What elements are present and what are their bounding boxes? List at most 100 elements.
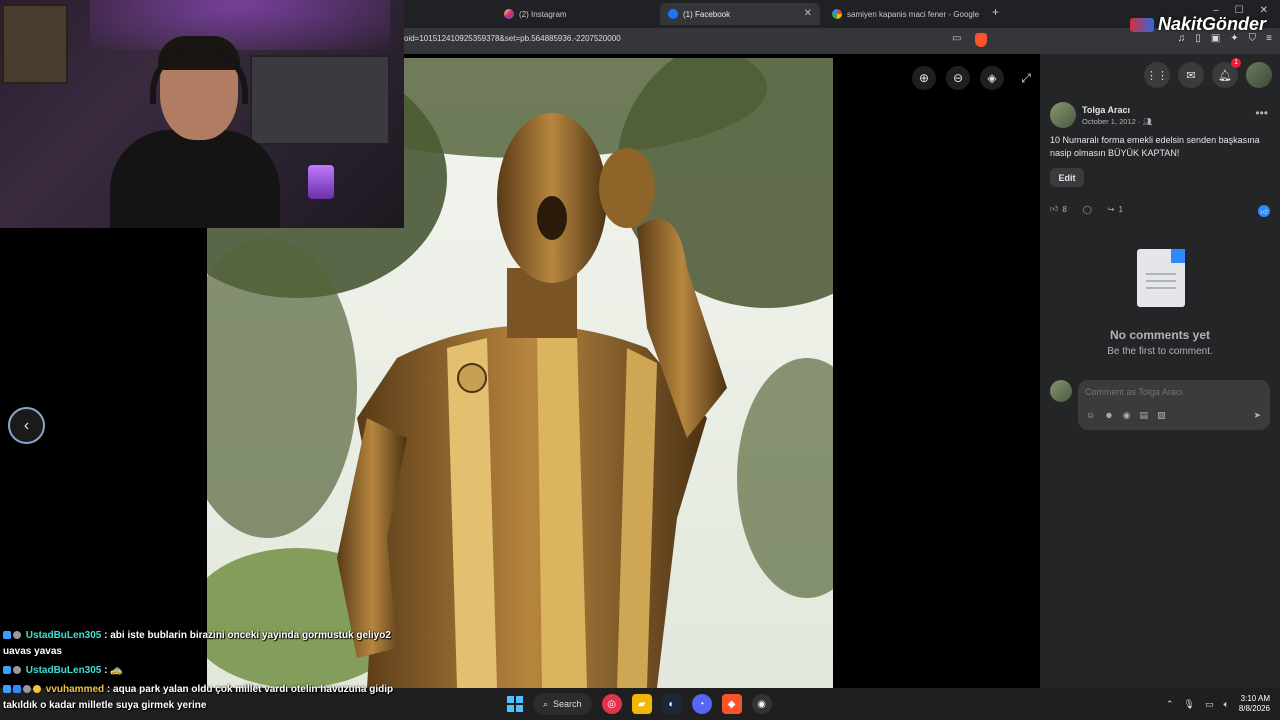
apps-grid-icon[interactable]: ⋮⋮ [1144, 62, 1170, 88]
brave-browser-icon[interactable]: ◆ [721, 694, 742, 714]
comment-button[interactable]: ◯ [1083, 205, 1092, 214]
chat-username: vvuhammed [45, 684, 105, 695]
zoom-in-icon[interactable]: ⊕ [912, 66, 936, 90]
verified-badge-icon [23, 685, 31, 694]
messenger-icon[interactable]: ✉ [1178, 62, 1204, 88]
search-label: Search [553, 699, 582, 709]
post-meta: October 1, 2012 · 👥︎ [1082, 117, 1152, 126]
no-comments-title: No comments yet [1109, 328, 1211, 342]
google-icon [832, 9, 842, 19]
chat-text: : 🚕 [104, 665, 123, 676]
comment-icon: ◯ [1082, 204, 1092, 214]
chevron-up-icon[interactable]: ⌃ [1166, 699, 1174, 710]
tab-label: samiyen kapanis maci fener - Google [847, 9, 980, 19]
tab-label: (2) Instagram [519, 9, 567, 19]
chat-username: UstadBuLen305 [25, 630, 102, 641]
new-tab-icon[interactable]: + [992, 5, 999, 19]
gif-icon[interactable]: ▤ [1140, 410, 1149, 421]
edit-button[interactable]: Edit [1050, 168, 1084, 187]
purple-lamp [308, 165, 334, 199]
streamer-body [110, 130, 280, 228]
thumbs-up-icon: 👍︎ [1050, 204, 1059, 213]
viewer-toolbar: ⊕ ⊖ ◈ ⤢ [912, 66, 1038, 90]
chevron-left-icon: ‹ [23, 416, 30, 434]
taskbar-search[interactable]: ⌕ Search [533, 693, 592, 715]
share-button[interactable]: ↪ 1 [1108, 205, 1123, 214]
more-options-icon[interactable]: ••• [1255, 106, 1268, 120]
camera-icon[interactable]: ◉ [1123, 410, 1131, 421]
send-icon[interactable]: ➤ [1253, 410, 1261, 421]
avatar-sticker-icon[interactable]: ☺ [1086, 410, 1095, 421]
taskbar-clock[interactable]: 3:10 AM 8/8/2026 [1239, 694, 1270, 714]
volume-icon[interactable]: 🔈︎ [1223, 699, 1228, 710]
clock-time: 3:10 AM [1240, 694, 1270, 703]
post-author[interactable]: Tolga Aracı [1082, 105, 1152, 115]
subscriber-badge-icon [3, 685, 11, 694]
document-line [1146, 280, 1176, 282]
tab-google[interactable]: samiyen kapanis maci fener - Google [824, 3, 984, 25]
like-button[interactable]: 👍︎ 8 [1050, 204, 1067, 214]
share-icon: ↪ [1107, 204, 1115, 214]
comment-tools: ☺ ☻ ◉ ▤ ▧ [1086, 410, 1166, 421]
sub-badge-icon [13, 685, 21, 694]
file-explorer-icon[interactable]: ▰ [631, 694, 652, 714]
verified-badge-icon [13, 631, 21, 640]
cam-light-glow [90, 0, 390, 50]
tab-facebook[interactable]: (1) Facebook ✕ [660, 3, 820, 25]
close-icon[interactable]: ✕ [804, 8, 812, 19]
post-caption: 10 Numaralı forma emekli edelsin senden … [1050, 135, 1260, 158]
notifications-icon[interactable]: 🔔︎ 1 [1212, 58, 1241, 88]
no-comments-subtitle: Be the first to comment. [1107, 346, 1213, 357]
fullscreen-icon[interactable]: ⤢ [1014, 66, 1038, 90]
url-text[interactable]: oid=101512410925359378&set=pb.564885936.… [404, 34, 621, 43]
subscriber-badge-icon [3, 631, 11, 640]
share-count: 1 [1118, 204, 1123, 214]
facebook-icon [668, 9, 678, 19]
profile-avatar[interactable] [1246, 62, 1272, 88]
screen: (2) Instagram (1) Facebook ✕ samiyen kap… [0, 0, 1280, 720]
network-icon[interactable]: ▭ [1205, 699, 1214, 710]
cast-icon[interactable]: ▭ [952, 33, 961, 47]
obs-icon[interactable]: ◉ [751, 694, 772, 714]
post-date[interactable]: October 1, 2012 · [1082, 117, 1142, 126]
steam-icon[interactable]: ◐ [661, 694, 682, 714]
watermark-text: NakitGönder [1157, 14, 1266, 34]
webcam-overlay [0, 0, 404, 228]
menu-icon[interactable]: ≡ [1266, 33, 1272, 44]
audience-friends-icon[interactable]: 👥︎ [1142, 117, 1152, 126]
microphone-icon[interactable]: 🎙︎ [1184, 699, 1195, 710]
post-actions: 👍︎ 8 ◯ ↪ 1 [1050, 204, 1123, 214]
comment-input[interactable] [1085, 387, 1255, 397]
verified-badge-icon [13, 666, 21, 675]
subscriber-badge-icon [3, 666, 11, 675]
app-icon-red[interactable]: ◎ [601, 694, 622, 714]
document-line [1146, 273, 1176, 275]
chat-message: vvuhammed : aqua park yalan oldu çok mil… [0, 682, 420, 714]
author-avatar[interactable] [1050, 102, 1076, 128]
chat-message: UstadBuLen305 : abi iste bublarin birazi… [0, 628, 420, 660]
comment-composer: ☺ ☻ ◉ ▤ ▧ ➤ [1050, 380, 1270, 430]
discord-icon[interactable]: ◔ [691, 694, 712, 714]
tag-icon[interactable]: ◈ [980, 66, 1004, 90]
emoji-icon[interactable]: ☻ [1104, 410, 1113, 421]
brave-shield-icon[interactable] [975, 33, 988, 47]
like-reaction-icon[interactable]: 👍︎ [1258, 205, 1270, 217]
zoom-out-icon[interactable]: ⊖ [946, 66, 970, 90]
previous-photo-button[interactable]: ‹ [8, 407, 45, 444]
tab-label: (1) Facebook [683, 9, 731, 19]
sticker-icon[interactable]: ▧ [1157, 410, 1166, 421]
commenter-avatar [1050, 380, 1072, 402]
windows-start-icon[interactable] [507, 696, 523, 712]
facebook-post-panel: ⋮⋮ ✉ 🔔︎ 1 Tolga Aracı October 1, 2012 · … [1040, 54, 1280, 688]
address-bar-icons: ▭ [952, 33, 988, 47]
search-icon: ⌕ [543, 698, 549, 709]
tab-instagram[interactable]: (2) Instagram [496, 3, 652, 25]
document-line [1146, 287, 1176, 289]
notification-count: 1 [1231, 58, 1241, 68]
nakitgonder-logo-icon [1129, 17, 1154, 32]
facebook-top-nav: ⋮⋮ ✉ 🔔︎ 1 [1144, 58, 1272, 88]
gift-badge-icon [33, 685, 41, 694]
like-count: 8 [1062, 204, 1067, 214]
comment-box[interactable]: ☺ ☻ ◉ ▤ ▧ ➤ [1078, 380, 1270, 430]
room-window [250, 55, 390, 145]
